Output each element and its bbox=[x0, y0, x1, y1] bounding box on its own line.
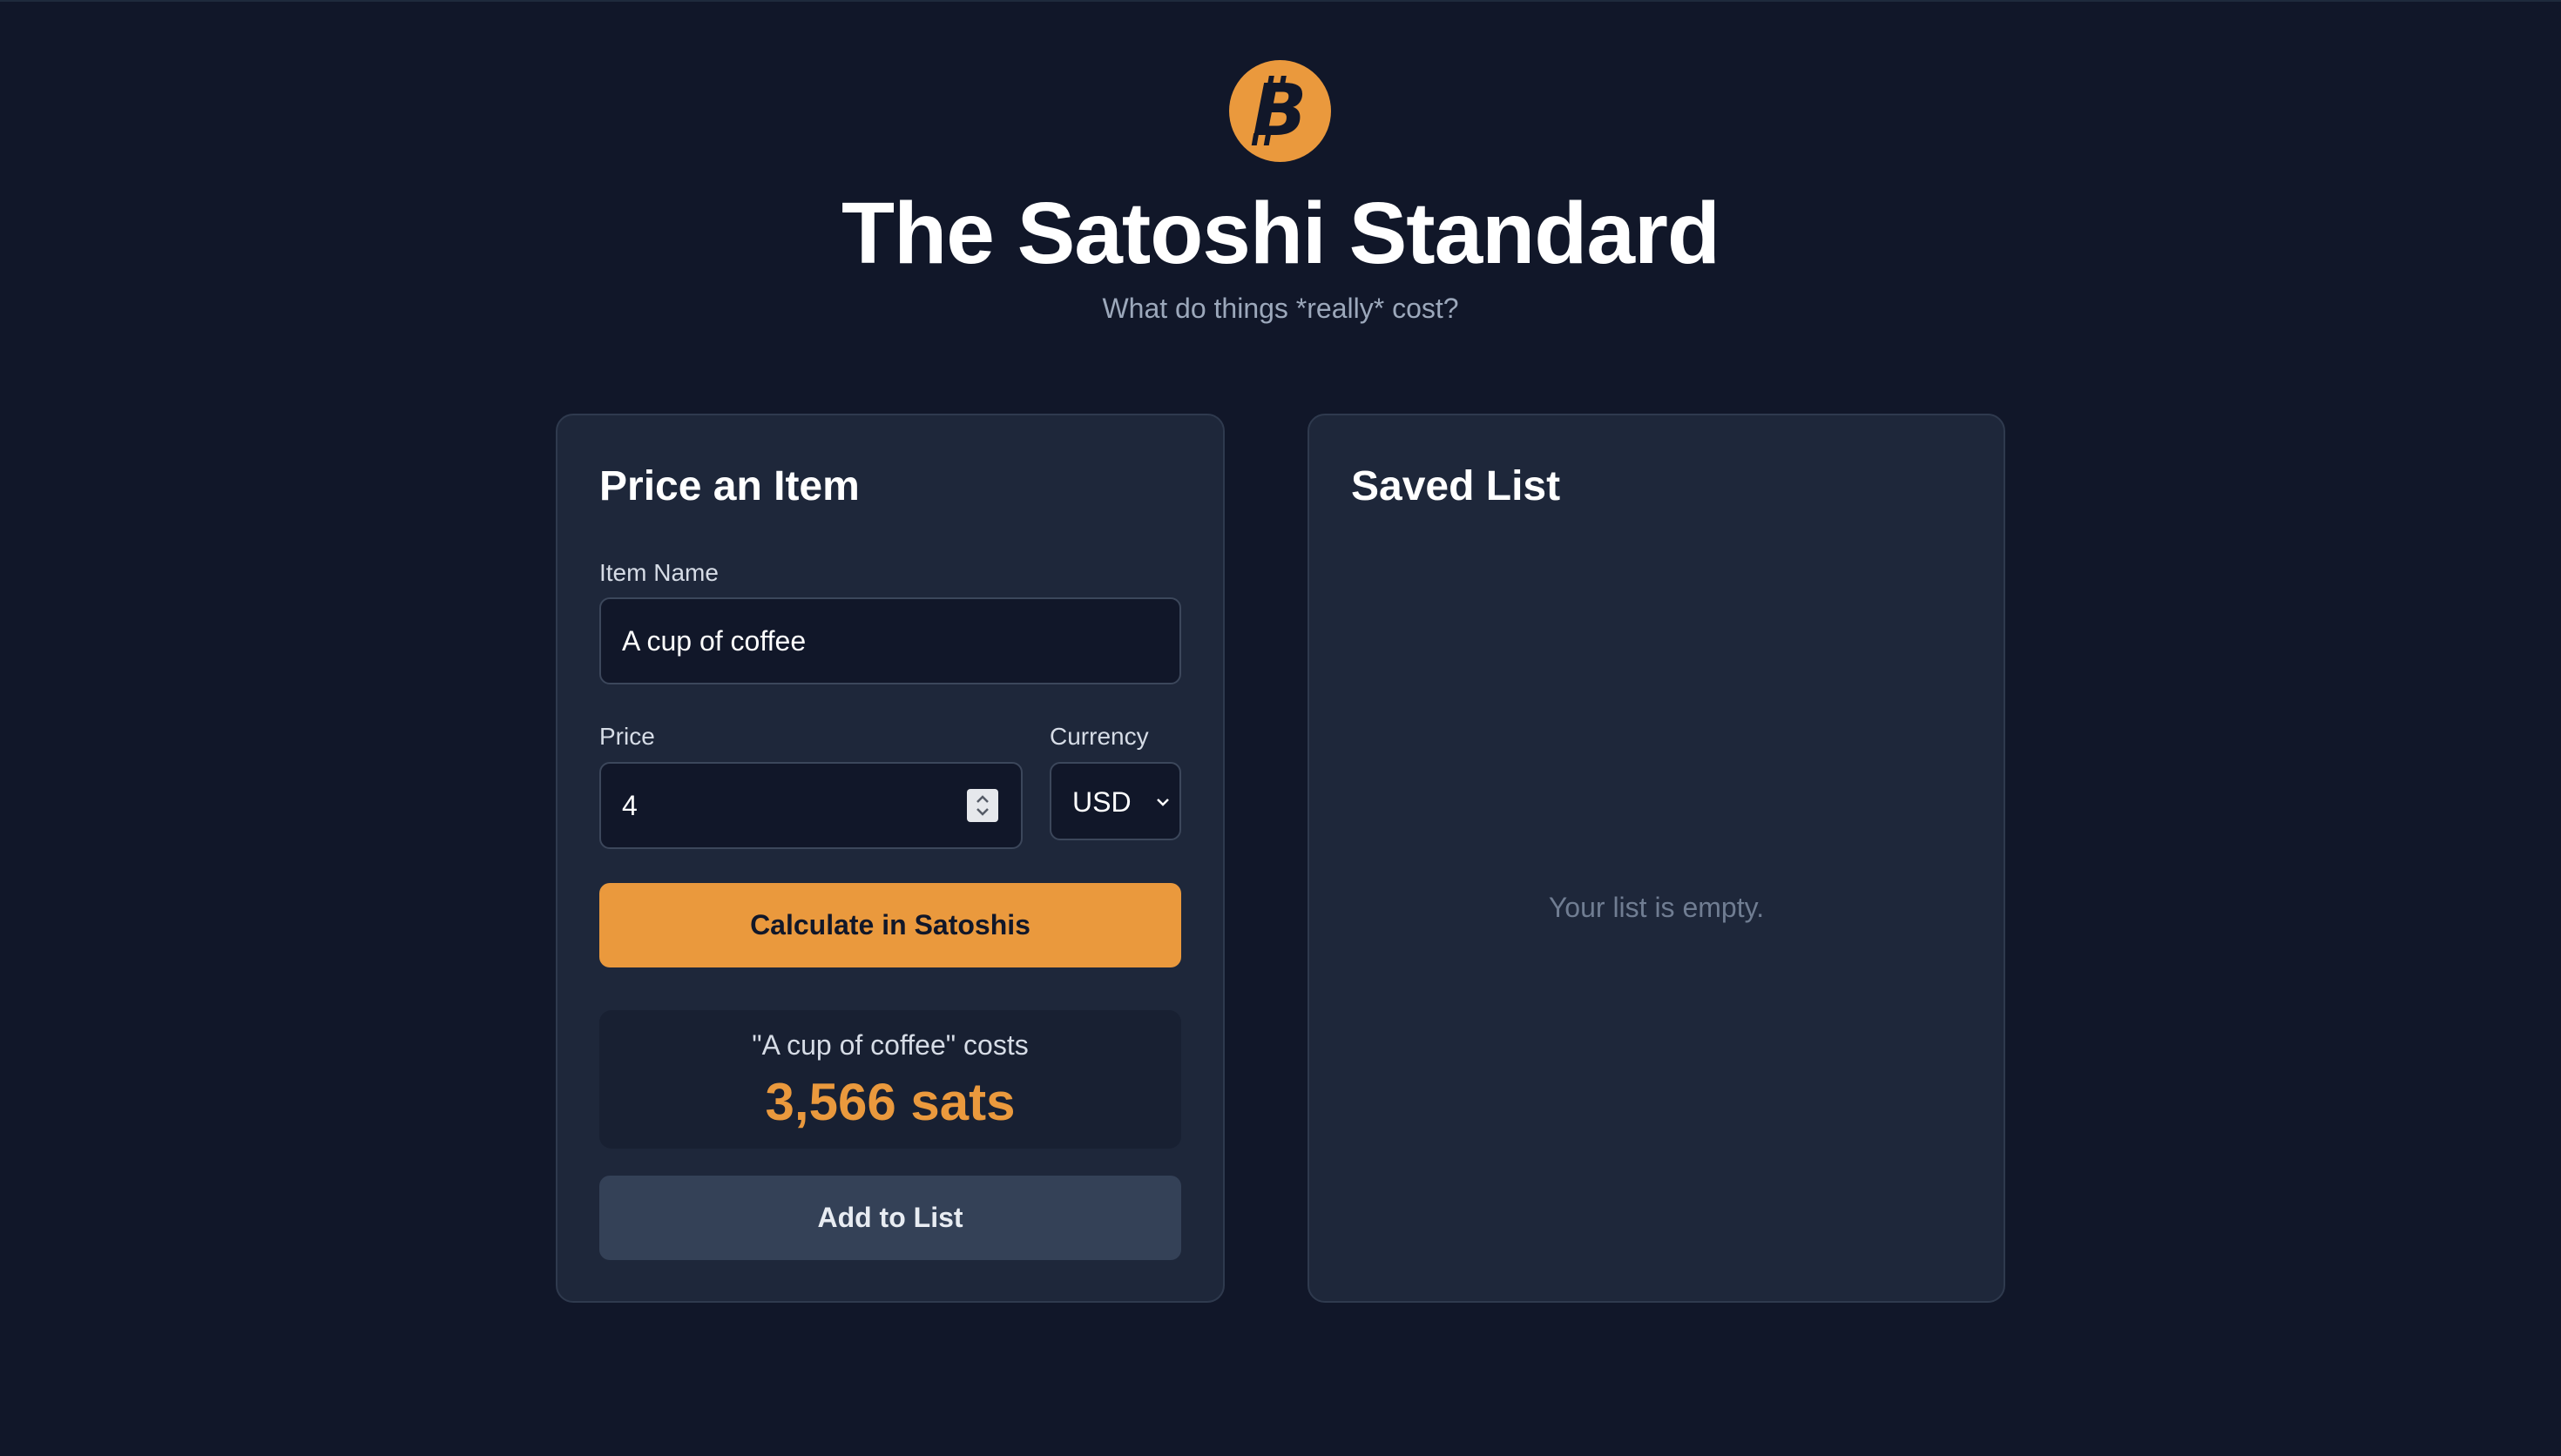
currency-selected-value: USD bbox=[1072, 786, 1132, 818]
item-name-label: Item Name bbox=[599, 559, 719, 586]
currency-select[interactable]: USD bbox=[1050, 762, 1181, 840]
price-item-card: Price an Item Item Name Price Currency U… bbox=[556, 414, 1225, 1303]
saved-list-title: Saved List bbox=[1351, 463, 1561, 509]
price-label: Price bbox=[599, 723, 655, 750]
empty-list-message: Your list is empty. bbox=[1548, 892, 1765, 923]
svg-text:B: B bbox=[1253, 70, 1308, 152]
item-name-input[interactable] bbox=[599, 597, 1181, 684]
price-input[interactable] bbox=[599, 762, 1023, 849]
bitcoin-icon: B bbox=[1229, 60, 1331, 162]
result-panel: "A cup of coffee" costs 3,566 sats bbox=[599, 1010, 1181, 1149]
calculate-button[interactable]: Calculate in Satoshis bbox=[599, 883, 1181, 967]
currency-label: Currency bbox=[1050, 723, 1149, 750]
price-stepper[interactable] bbox=[967, 789, 998, 822]
saved-list-card: Saved List Your list is empty. bbox=[1308, 414, 2005, 1303]
result-sats-value: 3,566 sats bbox=[765, 1073, 1016, 1131]
add-to-list-button[interactable]: Add to List bbox=[599, 1176, 1181, 1260]
price-card-title: Price an Item bbox=[599, 463, 860, 509]
page-subtitle: What do things *really* cost? bbox=[1102, 293, 1459, 324]
result-caption: "A cup of coffee" costs bbox=[752, 1029, 1029, 1061]
app-page: B The Satoshi Standard What do things *r… bbox=[0, 0, 2561, 1456]
page-title: The Satoshi Standard bbox=[841, 185, 1720, 282]
chevron-down-icon bbox=[1157, 799, 1169, 806]
